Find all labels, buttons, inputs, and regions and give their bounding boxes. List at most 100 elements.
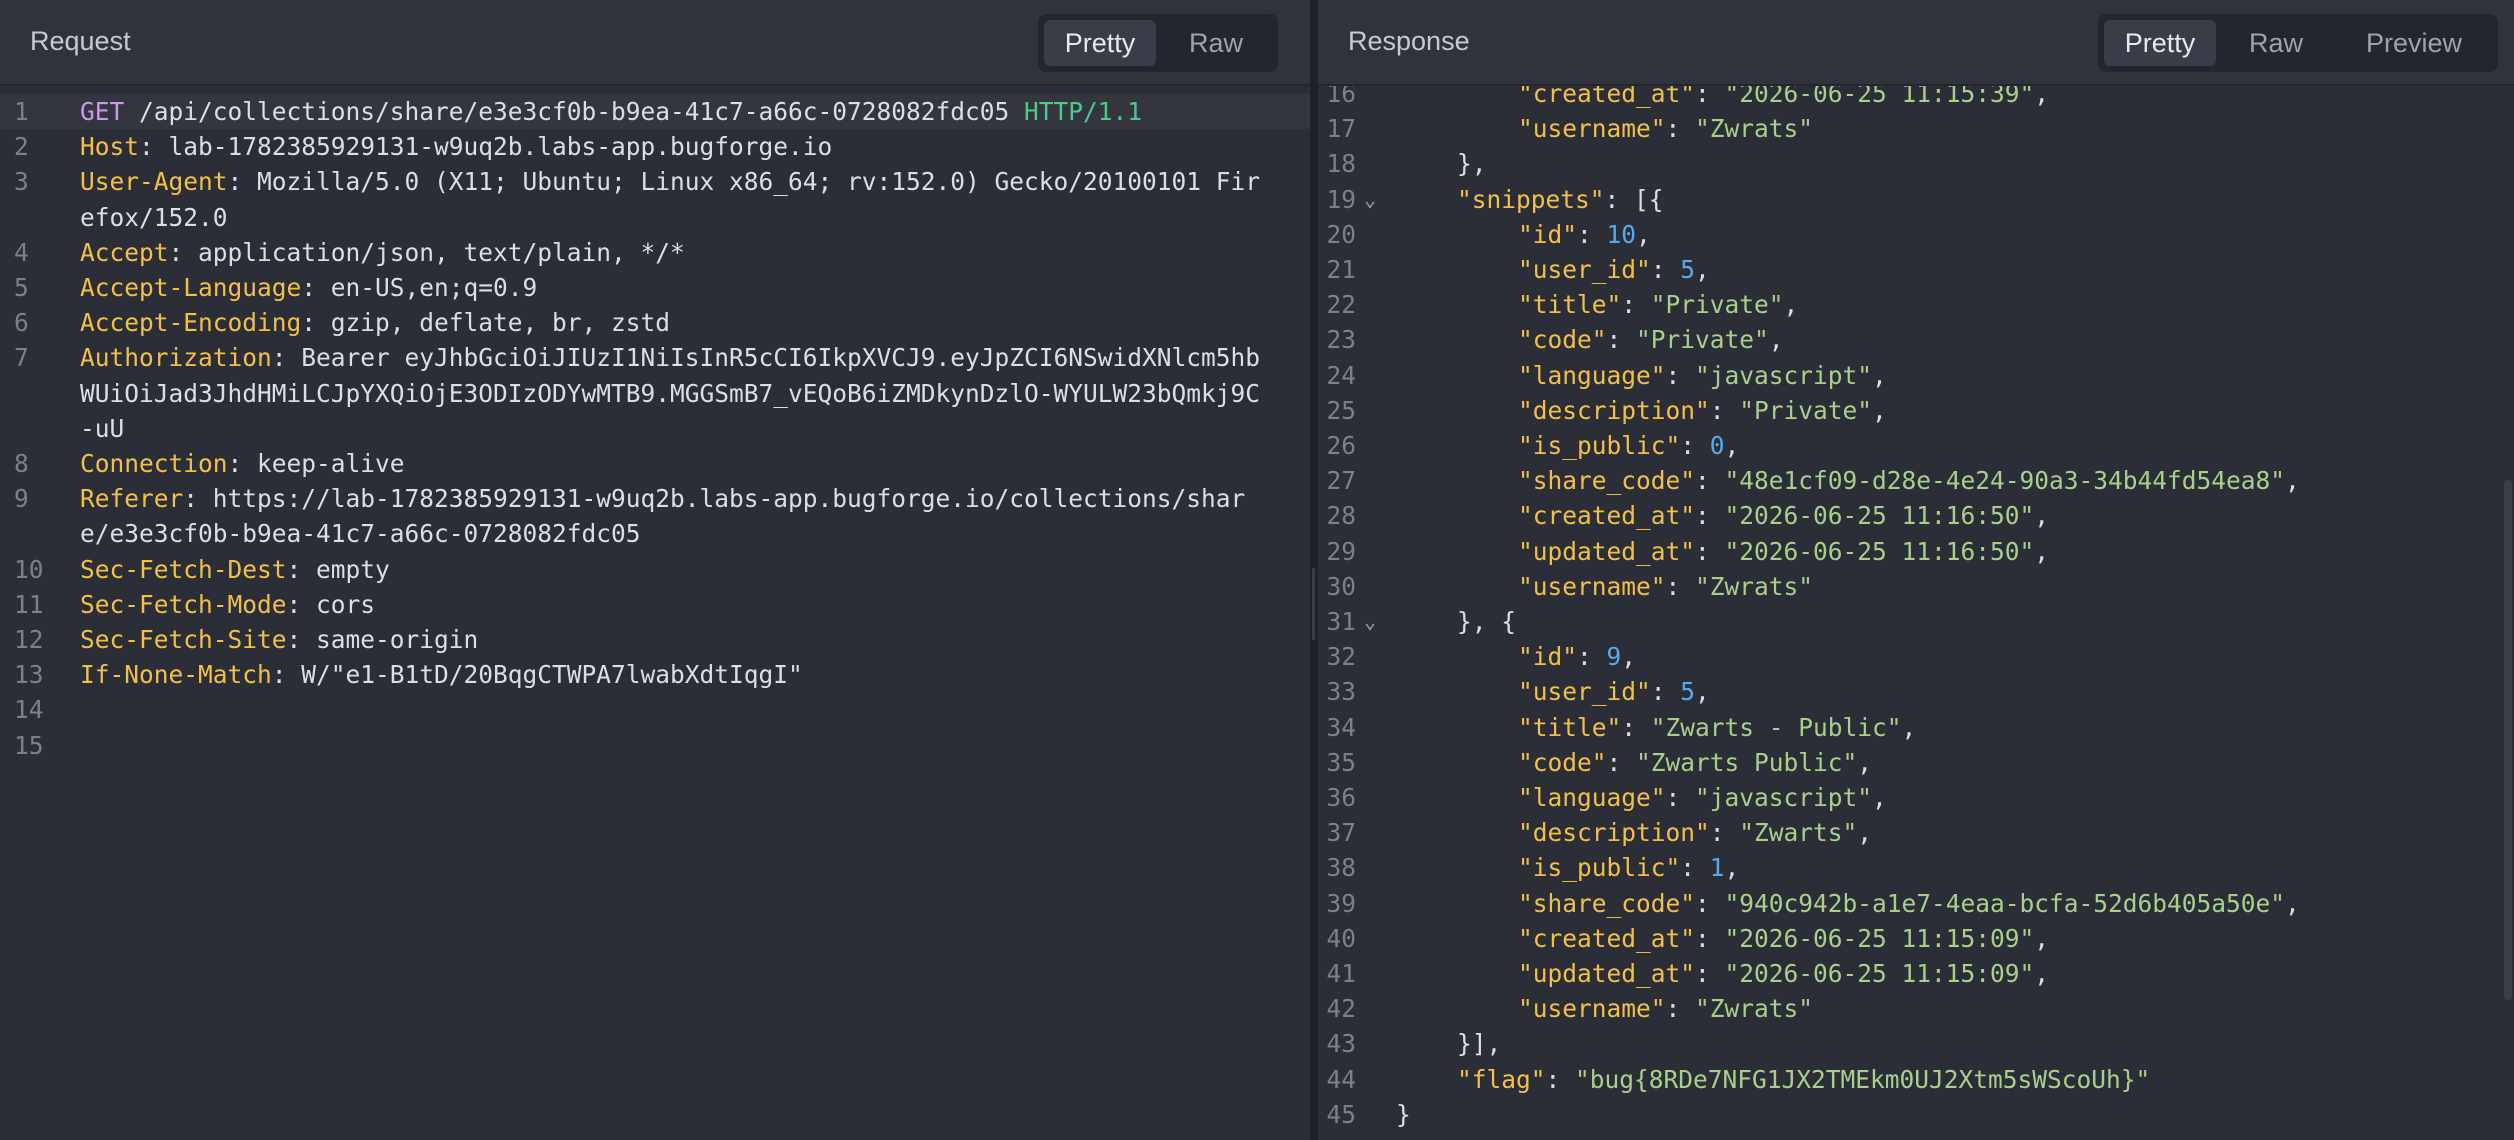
code-line[interactable]: 17 "username": "Zwrats" (1318, 111, 2514, 146)
code-line[interactable]: 29 "updated_at": "2026-06-25 11:16:50", (1318, 534, 2514, 569)
json-punct: , (1872, 395, 1887, 425)
code-line[interactable]: 20 "id": 10, (1318, 217, 2514, 252)
line-text: Accept-Encoding: gzip, deflate, br, zstd (80, 305, 670, 340)
code-line[interactable]: 41 "updated_at": "2026-06-25 11:15:09", (1318, 956, 2514, 991)
code-line[interactable]: 34 "title": "Zwarts - Public", (1318, 710, 2514, 745)
code-line[interactable]: 8 Connection: keep-alive (0, 446, 1310, 481)
json-punct: : (1545, 1064, 1576, 1094)
json-string: "940c942b-a1e7-4eaa-bcfa-52d6b405a50e" (1724, 888, 2286, 918)
json-key: "updated_at" (1518, 536, 1696, 566)
line-number: 31 (1326, 607, 1356, 636)
json-punct: : (1695, 536, 1725, 566)
code-line[interactable]: 37 "description": "Zwarts", (1318, 815, 2514, 850)
request-tab-raw[interactable]: Raw (1160, 20, 1272, 66)
code-line[interactable]: 14 (0, 692, 1310, 727)
json-line: }, { (1457, 604, 1516, 639)
code-line[interactable]: 13 If-None-Match: W/"e1-B1tD/20BqgCTWPA7l… (0, 657, 1310, 692)
request-editor[interactable]: 1 GET /api/collections/share/e3e3cf0b-b9e… (0, 86, 1310, 1140)
fold-chevron-icon[interactable]: ⌄ (1364, 182, 1376, 217)
code-line[interactable]: 36 "language": "javascript", (1318, 780, 2514, 815)
code-line[interactable]: 43}], (1318, 1026, 2514, 1061)
code-line[interactable]: 38 "is_public": 1, (1318, 850, 2514, 885)
json-key: "description" (1518, 818, 1710, 848)
code-line[interactable]: 9 Referer: https://lab-1782385929131-w9uq… (0, 481, 1310, 516)
line-number: 25 (1326, 395, 1356, 425)
fold-chevron-icon[interactable]: ⌄ (1364, 604, 1376, 639)
header-value: : W/"e1-B1tD/20BqgCTWPA7lwabXdtIqgI" (271, 660, 803, 690)
json-punct: : (1621, 712, 1651, 742)
json-string: "javascript" (1695, 360, 1873, 390)
json-punct: , (1901, 712, 1917, 742)
code-line[interactable]: 3 User-Agent: Mozilla/5.0 (X11; Ubuntu; L… (0, 164, 1310, 199)
code-line[interactable]: 24 "language": "javascript", (1318, 358, 2514, 393)
response-tab-preview[interactable]: Preview (2336, 20, 2492, 66)
code-line[interactable]: 30 "username": "Zwrats" (1318, 569, 2514, 604)
json-punct: : (1680, 431, 1710, 460)
json-line: "username": "Zwrats" (1518, 569, 1813, 604)
code-line[interactable]: 27 "share_code": "48e1cf09-d28e-4e24-90a3… (1318, 463, 2514, 498)
code-line[interactable]: 33 "user_id": 5, (1318, 674, 2514, 709)
code-line[interactable]: 19 ⌄ "snippets": [{ (1318, 182, 2514, 217)
json-punct: : (1680, 853, 1710, 883)
json-line: }], (1457, 1026, 1501, 1061)
code-line[interactable]: 25 "description": "Private", (1318, 393, 2514, 428)
json-line: "code": "Zwarts Public", (1518, 745, 1872, 780)
header-name: Accept-Encoding (80, 308, 302, 338)
json-punct: , (1857, 747, 1873, 777)
code-line[interactable]: 40 "created_at": "2026-06-25 11:15:09", (1318, 921, 2514, 956)
code-line[interactable]: 23 "code": "Private", (1318, 322, 2514, 357)
request-tab-pretty[interactable]: Pretty (1044, 20, 1156, 66)
json-string: "bug{8RDe7NFG1JX2TMEkm0UJ2Xtm5sWScoUh}" (1575, 1064, 2151, 1094)
json-line: "id": 9, (1518, 639, 1636, 674)
code-line[interactable]: 26 "is_public": 0, (1318, 428, 2514, 463)
json-key: "share_code" (1518, 466, 1696, 496)
response-tab-raw[interactable]: Raw (2220, 20, 2332, 66)
header-value: : Bearer eyJhbGciOiJIUzI1NiIsInR5cCI6Ikp… (271, 343, 1261, 373)
divider-grip[interactable] (1312, 568, 1315, 640)
response-scrollbar[interactable] (2504, 480, 2512, 1000)
code-line[interactable]: 28 "created_at": "2026-06-25 11:16:50", (1318, 498, 2514, 533)
header-name: Referer (80, 484, 184, 514)
json-punct: : (1577, 219, 1607, 249)
json-number: 1 (1709, 853, 1725, 883)
line-number: 22 (1326, 290, 1356, 320)
line-number: 44 (1326, 1064, 1356, 1094)
code-line[interactable]: 44 "flag": "bug{8RDe7NFG1JX2TMEkm0UJ2Xtm5… (1318, 1062, 2514, 1097)
header-name: Accept (80, 237, 169, 267)
json-punct: , (1724, 431, 1740, 460)
code-line[interactable]: 1 GET /api/collections/share/e3e3cf0b-b9e… (0, 94, 1310, 129)
json-key: "user_id" (1518, 255, 1651, 284)
header-name: If-None-Match (80, 660, 272, 690)
line-number: 36 (1326, 783, 1356, 812)
code-line[interactable]: 5 Accept-Language: en-US,en;q=0.9 (0, 270, 1310, 305)
response-tab-pretty[interactable]: Pretty (2104, 20, 2216, 66)
code-line[interactable]: 21 "user_id": 5, (1318, 252, 2514, 287)
line-number: 23 (1326, 325, 1356, 355)
code-line[interactable]: 6 Accept-Encoding: gzip, deflate, br, zst… (0, 305, 1310, 340)
code-line[interactable]: 39 "share_code": "940c942b-a1e7-4eaa-bcfa… (1318, 886, 2514, 921)
code-line[interactable]: 11 Sec-Fetch-Mode: cors (0, 587, 1310, 622)
json-line: "code": "Private", (1518, 322, 1784, 357)
response-editor[interactable]: 16 "created_at": "2026-06-25 11:15:39", 17… (1318, 79, 2514, 1140)
json-punct: , (1724, 853, 1740, 883)
code-line[interactable]: 12 Sec-Fetch-Site: same-origin (0, 622, 1310, 657)
code-line[interactable]: 35 "code": "Zwarts Public", (1318, 745, 2514, 780)
json-string: "Zwarts" (1739, 818, 1858, 848)
code-line[interactable]: 45} (1318, 1097, 2514, 1132)
code-line[interactable]: 15 (0, 728, 1310, 763)
code-line[interactable]: 22 "title": "Private", (1318, 287, 2514, 322)
code-line[interactable]: 4 Accept: application/json, text/plain, *… (0, 235, 1310, 270)
line-text: GET /api/collections/share/e3e3cf0b-b9ea… (80, 94, 1142, 129)
code-line[interactable]: 31 ⌄ }, { (1318, 604, 2514, 639)
code-line[interactable]: 18}, (1318, 146, 2514, 181)
code-line[interactable]: 10 Sec-Fetch-Dest: empty (0, 552, 1310, 587)
request-view-toggle: Pretty Raw (1038, 14, 1278, 72)
code-line[interactable]: 7 Authorization: Bearer eyJhbGciOiJIUzI1N… (0, 340, 1310, 375)
line-number: 2 (14, 132, 29, 162)
code-line[interactable]: 32 "id": 9, (1318, 639, 2514, 674)
header-name: Accept-Language (80, 273, 302, 302)
json-punct: : (1665, 994, 1696, 1024)
code-line[interactable]: 2 Host: lab-1782385929131-w9uq2b.labs-app… (0, 129, 1310, 164)
code-line[interactable]: 42 "username": "Zwrats" (1318, 991, 2514, 1026)
json-punct: , (2034, 501, 2050, 531)
